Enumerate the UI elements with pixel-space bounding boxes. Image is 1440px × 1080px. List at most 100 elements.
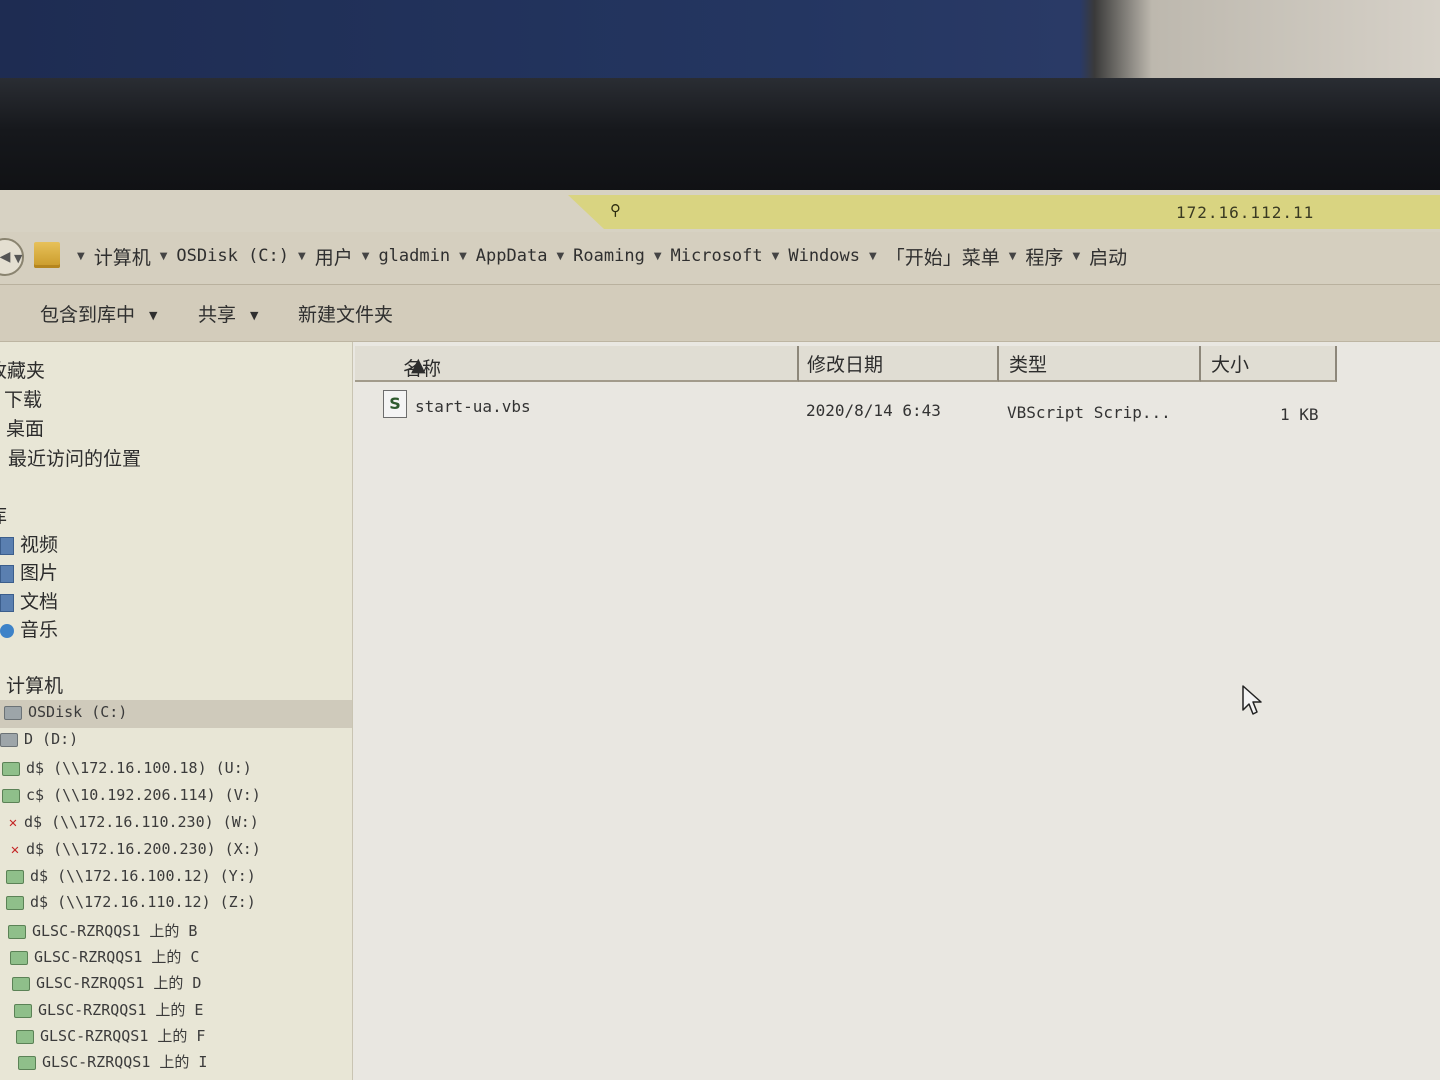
include-in-library-button[interactable]: 包含到库中 ▼	[40, 300, 157, 327]
nav-recent-places[interactable]: 最近访问的位置	[8, 444, 141, 471]
nav-drive-u[interactable]: d$ (\\172.16.100.18) (U:)	[2, 759, 252, 777]
vbscript-file-icon: S	[383, 390, 407, 418]
file-size: 1 KB	[1280, 405, 1319, 424]
nav-videos[interactable]: 视频	[0, 530, 58, 557]
remote-host-ip: 172.16.112.11	[1176, 203, 1315, 222]
picture-library-icon	[0, 564, 14, 583]
crumb-startup[interactable]: 启动	[1089, 243, 1127, 270]
column-type-label: 类型	[1009, 354, 1048, 376]
nav-downloads[interactable]: 下载	[4, 385, 42, 412]
nav-drive-v[interactable]: c$ (\\10.192.206.114) (V:)	[2, 786, 261, 804]
chevron-down-icon[interactable]: ▼	[772, 251, 780, 262]
desk-background	[0, 0, 1440, 80]
column-header-modified[interactable]: 修改日期	[799, 346, 999, 382]
nav-desktop[interactable]: 桌面	[6, 414, 44, 441]
disconnected-drive-icon: ✕	[10, 841, 20, 858]
crumb-microsoft[interactable]: Microsoft	[671, 246, 763, 266]
nav-share-f[interactable]: GLSC-RZRQQS1 上的 F	[16, 1025, 205, 1046]
drive-label: c$ (\\10.192.206.114) (V:)	[26, 786, 261, 804]
crumb-users[interactable]: 用户	[315, 243, 353, 270]
document-library-icon	[0, 593, 14, 612]
drive-label: GLSC-RZRQQS1 上的 B	[32, 922, 198, 940]
drive-label: d$ (\\172.16.200.230) (X:)	[26, 840, 261, 858]
chevron-down-icon[interactable]: ▼	[298, 251, 306, 262]
crumb-appdata[interactable]: AppData	[476, 246, 548, 266]
nav-share-d[interactable]: GLSC-RZRQQS1 上的 D	[12, 972, 201, 993]
nav-share-e[interactable]: GLSC-RZRQQS1 上的 E	[14, 999, 203, 1020]
chevron-down-icon[interactable]: ▼	[654, 251, 662, 262]
file-name[interactable]: start-ua.vbs	[415, 397, 531, 416]
disconnected-drive-icon: ✕	[8, 814, 18, 831]
nav-music[interactable]: 音乐	[0, 615, 58, 642]
crumb-windows[interactable]: Windows	[788, 246, 860, 266]
nav-drive-w[interactable]: ✕ d$ (\\172.16.110.230) (W:)	[6, 813, 259, 831]
chevron-down-icon[interactable]: ▼	[1009, 251, 1017, 262]
crumb-gladmin[interactable]: gladmin	[378, 246, 450, 266]
file-modified: 2020/8/14 6:43	[806, 401, 941, 420]
chevron-down-icon[interactable]: ▼	[869, 251, 877, 262]
drive-label: d$ (\\172.16.100.12) (Y:)	[30, 867, 256, 885]
nav-drive-y[interactable]: d$ (\\172.16.100.12) (Y:)	[6, 867, 256, 885]
file-list-pane	[353, 342, 1440, 1080]
drive-label: GLSC-RZRQQS1 上的 C	[34, 948, 200, 966]
sort-ascending-icon: ▲	[411, 354, 426, 376]
drive-icon	[4, 705, 22, 720]
column-header-name[interactable]: 名称 ▲	[355, 346, 799, 382]
drive-label: D (D:)	[24, 730, 79, 748]
column-header-size[interactable]: 大小	[1201, 346, 1337, 382]
nav-documents[interactable]: 文档	[0, 587, 58, 614]
network-drive-icon	[6, 895, 24, 910]
chevron-down-icon[interactable]: ▼	[362, 251, 370, 262]
drive-label: GLSC-RZRQQS1 上的 F	[40, 1027, 206, 1045]
chevron-down-icon[interactable]: ▼	[77, 251, 85, 262]
music-library-icon	[0, 623, 14, 638]
nav-share-b[interactable]: GLSC-RZRQQS1 上的 B	[8, 920, 197, 941]
nav-share-c[interactable]: GLSC-RZRQQS1 上的 C	[10, 946, 199, 967]
include-in-library-label: 包含到库中	[40, 304, 136, 326]
file-type: VBScript Scrip...	[1007, 403, 1171, 422]
crumb-roaming[interactable]: Roaming	[573, 246, 645, 266]
drive-label: GLSC-RZRQQS1 上的 D	[36, 974, 202, 992]
chevron-down-icon[interactable]: ▼	[459, 251, 467, 262]
network-drive-icon	[6, 869, 24, 884]
crumb-osdisk[interactable]: OSDisk (C:)	[176, 246, 289, 266]
share-button[interactable]: 共享 ▼	[198, 300, 258, 327]
crumb-computer[interactable]: 计算机	[94, 243, 151, 270]
network-drive-icon	[2, 788, 20, 803]
crumb-start-menu[interactable]: 「开始」菜单	[886, 243, 1000, 270]
network-share-icon	[18, 1055, 36, 1070]
drive-label: GLSC-RZRQQS1 上的 I	[42, 1053, 208, 1071]
chevron-down-icon: ▼	[149, 309, 158, 322]
nav-drive-z[interactable]: d$ (\\172.16.110.12) (Z:)	[6, 893, 256, 911]
chevron-down-icon[interactable]: ▼	[160, 251, 168, 262]
nav-favorites[interactable]: 收藏夹	[0, 356, 45, 383]
drive-label: d$ (\\172.16.110.230) (W:)	[24, 813, 259, 831]
drive-label: GLSC-RZRQQS1 上的 E	[38, 1001, 204, 1019]
chevron-down-icon[interactable]: ▼	[1072, 251, 1080, 262]
nav-drive-c[interactable]: OSDisk (C:)	[4, 703, 127, 721]
crumb-programs[interactable]: 程序	[1025, 243, 1063, 270]
nav-drive-x[interactable]: ✕ d$ (\\172.16.200.230) (X:)	[8, 840, 261, 858]
network-drive-icon	[2, 761, 20, 776]
share-label: 共享	[198, 304, 237, 326]
network-share-icon	[10, 950, 28, 965]
mouse-pointer-icon	[1242, 685, 1262, 715]
drive-label: d$ (\\172.16.100.18) (U:)	[26, 759, 252, 777]
folder-icon	[34, 242, 60, 268]
nav-pictures[interactable]: 图片	[0, 558, 58, 585]
chevron-down-icon[interactable]: ▼	[556, 251, 564, 262]
video-library-icon	[0, 536, 14, 555]
pin-icon[interactable]: ⚲	[610, 200, 632, 220]
column-header-type[interactable]: 类型	[999, 346, 1201, 382]
nav-computer[interactable]: 计算机	[6, 671, 63, 698]
network-share-icon	[12, 976, 30, 991]
column-size-label: 大小	[1211, 354, 1250, 376]
chevron-down-icon: ▼	[250, 309, 259, 322]
drive-label: OSDisk (C:)	[28, 703, 128, 721]
history-dropdown-icon[interactable]: ▼	[14, 252, 22, 265]
nav-libraries[interactable]: 库	[0, 501, 7, 528]
drive-label: d$ (\\172.16.110.12) (Z:)	[30, 893, 256, 911]
new-folder-button[interactable]: 新建文件夹	[298, 300, 393, 327]
nav-share-i[interactable]: GLSC-RZRQQS1 上的 I	[18, 1051, 207, 1072]
nav-drive-d[interactable]: D (D:)	[0, 730, 78, 748]
